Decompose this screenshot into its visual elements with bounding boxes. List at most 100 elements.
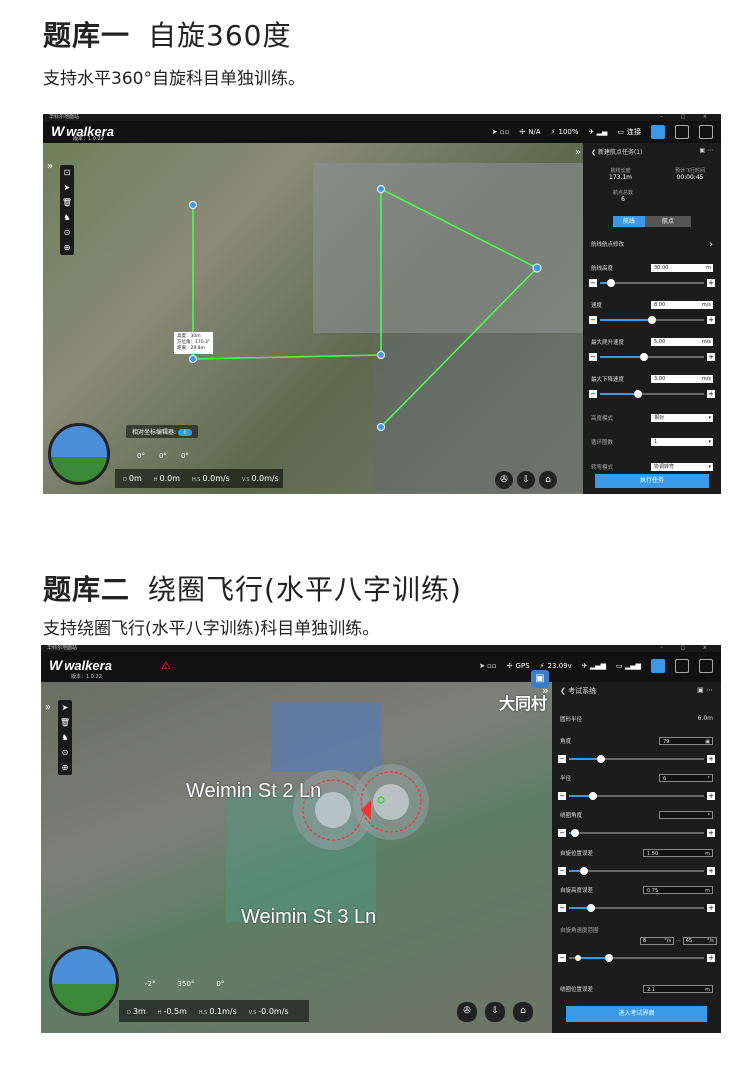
angle-minus[interactable]: − (558, 755, 566, 763)
signal-indicator: ✈ ▂▄ (588, 128, 608, 136)
climb-minus[interactable]: − (589, 353, 597, 361)
settings-icon[interactable] (675, 125, 689, 139)
waypoint-info-popup: 高度：30m 方位角：170.3° 距离：29.8m (174, 332, 214, 354)
r-minus[interactable]: − (558, 792, 566, 800)
altitude-input[interactable]: 30.00 m (651, 264, 713, 272)
coordinate-editor-toggle[interactable]: 相对坐标编辑器: I (126, 425, 198, 438)
back-icon[interactable]: ❮ (591, 149, 596, 156)
climb-plus[interactable]: + (707, 353, 715, 361)
chevron-right-icon[interactable]: › (709, 240, 713, 250)
return-home-icon[interactable]: ⌂ (513, 1002, 533, 1022)
collapse-panel-icon[interactable]: » (575, 147, 581, 158)
account-icon[interactable] (699, 659, 713, 673)
height-mode-select[interactable]: 相对 ▾ (651, 414, 713, 422)
ground-angle-minus[interactable]: − (558, 829, 566, 837)
collapse-panel-icon[interactable]: » (542, 684, 549, 697)
section2-description: 支持绕圈飞行(水平八字训练)科目单独训练。 (43, 619, 380, 639)
trash-icon[interactable]: 🗑 (58, 715, 72, 730)
return-home-icon[interactable]: ⌂ (539, 471, 557, 489)
angle-input[interactable]: 79 ▣ (659, 737, 713, 745)
r-plus[interactable]: + (707, 792, 715, 800)
land-icon[interactable]: ⇩ (485, 1002, 505, 1022)
altitude-slider[interactable] (600, 279, 704, 287)
loops-select[interactable]: 1 ▾ (651, 438, 713, 446)
execute-mission-button[interactable]: 执行任务 (595, 474, 709, 488)
propeller-icon[interactable]: ✇ (495, 471, 513, 489)
expand-left-icon[interactable]: » (47, 161, 53, 172)
climb-label: 最大爬升速度 (591, 340, 625, 346)
street-label-2: Weimin St 3 Ln (241, 906, 377, 928)
rc-signal-indicator: ▭ ▂▄▆ (616, 662, 641, 670)
waypoints-count: 6 (621, 196, 625, 203)
ground-angle-plus[interactable]: + (707, 829, 715, 837)
r-slider[interactable] (569, 792, 704, 800)
send-icon[interactable]: ➤ (60, 180, 74, 195)
expand-left-icon[interactable]: » (45, 702, 51, 713)
speed-slider[interactable] (600, 316, 704, 324)
spin-height-plus[interactable]: + (707, 904, 715, 912)
speed-minus[interactable]: − (589, 316, 597, 324)
spin-height-input[interactable]: 0.75 m (643, 886, 713, 894)
window-controls[interactable]: – ▢ × (660, 114, 715, 121)
circle-error-input[interactable]: 2.1 m (643, 985, 713, 993)
ground-angle-slider[interactable] (569, 829, 704, 837)
descent-plus[interactable]: + (707, 390, 715, 398)
r-label: 半径 (560, 776, 572, 782)
scan-icon[interactable]: ⊙ (60, 225, 74, 240)
descent-slider[interactable] (600, 390, 704, 398)
flight-mode-indicator: ➤ ▫▫ (479, 662, 497, 670)
satellite-map[interactable]: 高度：30m 方位角：170.3° 距离：29.8m ⊡ ➤ 🗑 ♞ ⊙ ⊕ » 相对坐标… (43, 143, 583, 494)
account-icon[interactable] (699, 125, 713, 139)
propeller-icon[interactable]: ✇ (457, 1002, 477, 1022)
climb-slider[interactable] (600, 353, 704, 361)
spin-height-minus[interactable]: − (558, 904, 566, 912)
spin-error-plus[interactable]: + (707, 867, 715, 875)
save-more-icons[interactable]: ▣ ⋯ (699, 147, 713, 154)
drone-icon[interactable]: ♞ (58, 730, 72, 745)
speed-input[interactable]: 8.00 m/s (651, 301, 713, 309)
angle-slider[interactable] (569, 755, 704, 763)
angle-plus[interactable]: + (707, 755, 715, 763)
r-input[interactable]: 6 ° (659, 774, 713, 782)
radius-label: 圆形半径 (560, 717, 583, 723)
altitude-plus[interactable]: + (707, 279, 715, 287)
trash-icon[interactable]: 🗑 (60, 195, 74, 210)
mission-icon[interactable] (651, 125, 665, 139)
land-icon[interactable]: ⇩ (517, 471, 535, 489)
scan-icon[interactable]: ⊙ (58, 745, 72, 760)
warning-icon[interactable]: ⚠ (161, 659, 171, 672)
save-more-icons[interactable]: ▣ ⋯ (697, 686, 713, 694)
spin-speed-plus[interactable]: + (707, 954, 715, 962)
spin-speed-minus[interactable]: − (558, 954, 566, 962)
spin-height-slider[interactable] (569, 904, 704, 912)
spin-speed-range-slider[interactable] (569, 954, 704, 962)
spin-speed-range-inputs[interactable]: 8 °/s ... 45 °/s (640, 937, 717, 945)
mission-icon[interactable] (651, 659, 665, 673)
satellite-map[interactable]: Weimin St 2 Ln Weimin St 3 Ln 大同村 ▣ ➤ 🗑 ♞… (41, 670, 552, 1033)
climb-input[interactable]: 5.00 m/s (651, 338, 713, 346)
window-titlebar: 华科尔地面站 – ▢ × (43, 114, 721, 121)
settings-icon[interactable] (675, 659, 689, 673)
connect-button[interactable]: ▭ 连接 (617, 127, 641, 137)
window-title: 华科尔地面站 (49, 114, 80, 120)
descent-input[interactable]: 3.00 m/s (651, 375, 713, 383)
target-icon[interactable]: ⊡ (60, 165, 74, 180)
locate-icon[interactable]: ⊕ (60, 240, 74, 255)
enter-exam-button[interactable]: 进入考试界面 (566, 1006, 707, 1022)
tab-route[interactable]: 航线 (613, 216, 645, 227)
window-controls[interactable]: – ▢ × (660, 645, 715, 652)
locate-icon[interactable]: ⊕ (58, 760, 72, 775)
tab-point[interactable]: 航点 (645, 216, 691, 227)
spin-error-minus[interactable]: − (558, 867, 566, 875)
altitude-minus[interactable]: − (589, 279, 597, 287)
panel-title: 新建航点任务(1) (597, 149, 643, 156)
spin-error-input[interactable]: 1.50 m (643, 849, 713, 857)
heading-mode-select[interactable]: 协调转弯 ▾ (651, 463, 713, 471)
spin-error-slider[interactable] (569, 867, 704, 875)
descent-minus[interactable]: − (589, 390, 597, 398)
speed-plus[interactable]: + (707, 316, 715, 324)
back-icon[interactable]: ❮ (560, 687, 566, 695)
send-icon[interactable]: ➤ (58, 700, 72, 715)
ground-angle-input[interactable]: ° (659, 811, 713, 819)
drone-icon[interactable]: ♞ (60, 210, 74, 225)
